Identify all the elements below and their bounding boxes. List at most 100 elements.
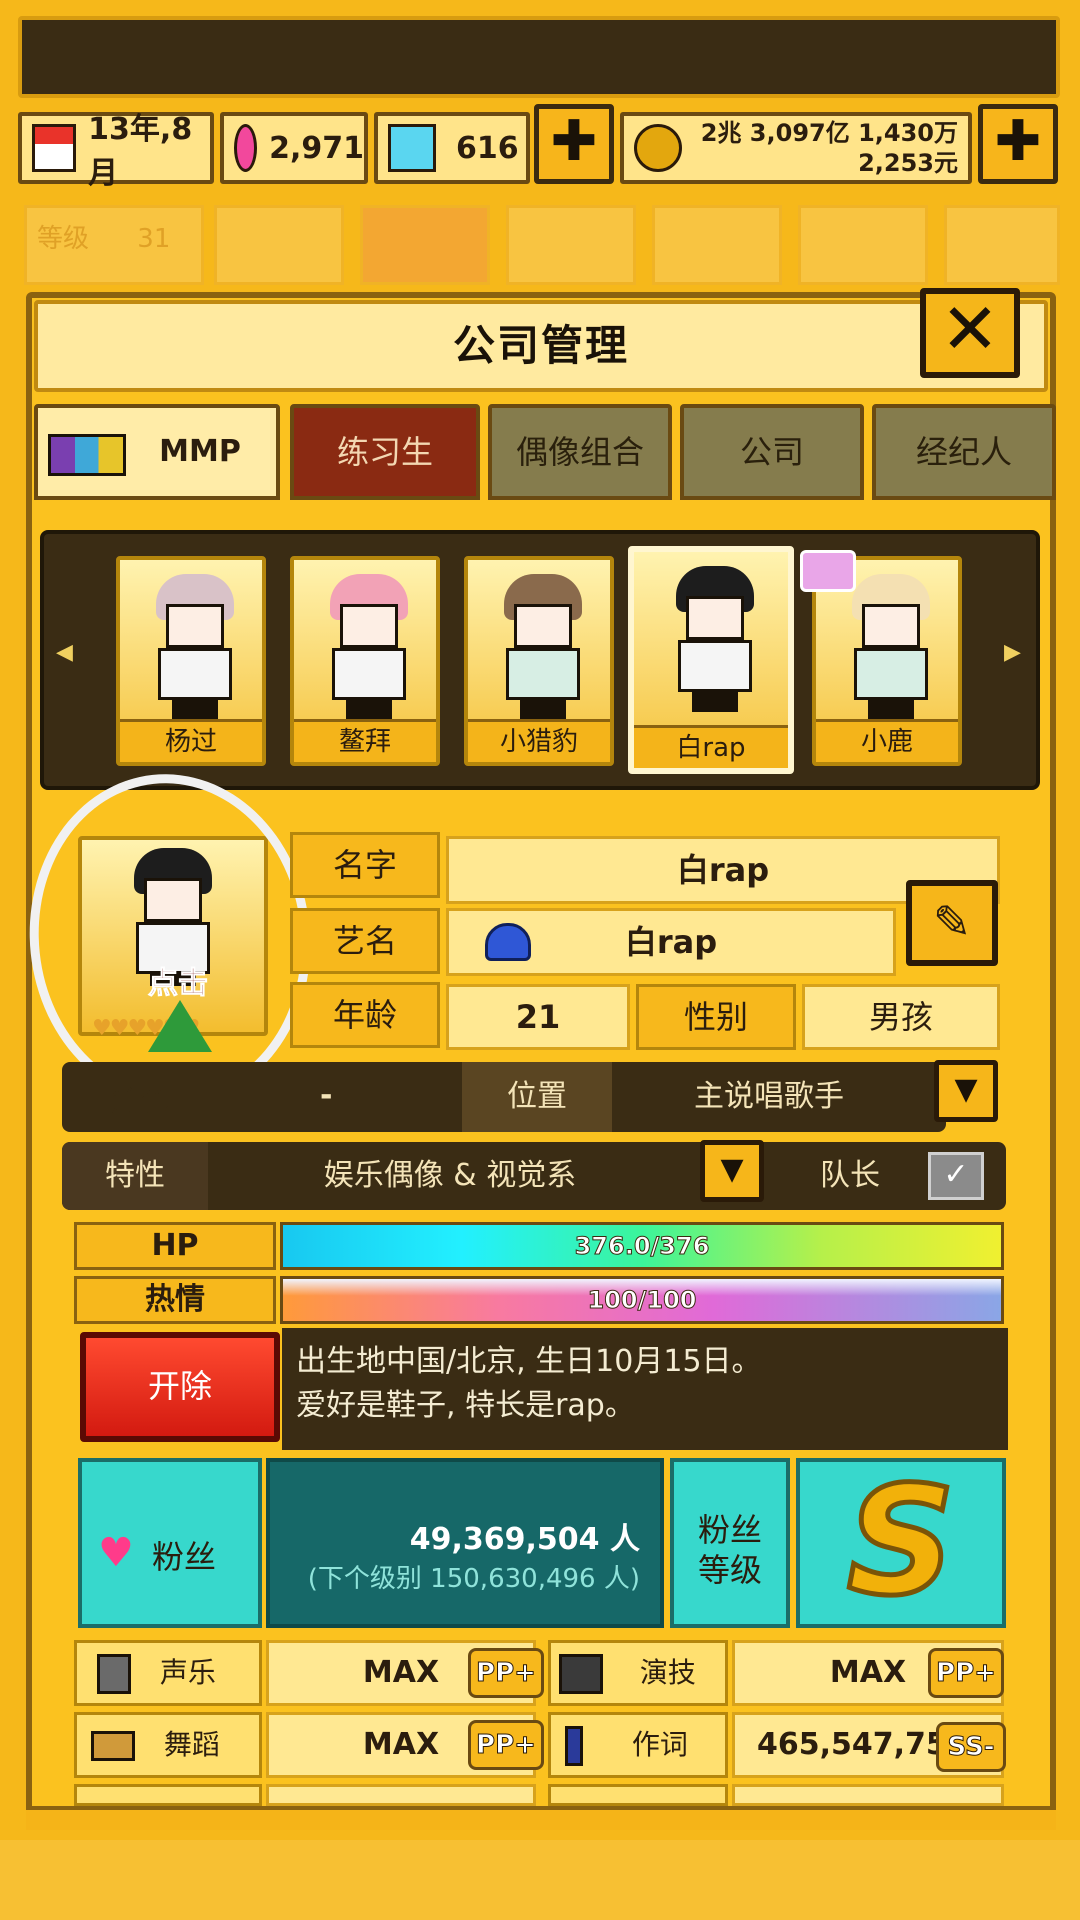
fans-count-box: 49,369,504 人 (下个级别 150,630,496 人) bbox=[266, 1458, 664, 1628]
idol-avatar bbox=[496, 574, 590, 720]
trait-value: 娱乐偶像 & 视觉系 bbox=[323, 1158, 577, 1193]
leader-checkbox[interactable]: ✓ bbox=[928, 1152, 984, 1200]
idol-avatar bbox=[668, 566, 762, 712]
cap-icon bbox=[485, 923, 531, 961]
level-value: 31 bbox=[137, 224, 171, 254]
skill-lyrics-label: 作词 bbox=[548, 1712, 728, 1778]
bio-box: 出生地中国/北京, 生日10月15日。 爱好是鞋子, 特长是rap。 bbox=[282, 1328, 1008, 1450]
gender-field: 男孩 bbox=[802, 984, 1000, 1050]
pink-gem-display: 2,971 bbox=[220, 112, 368, 184]
passion-label: 热情 bbox=[74, 1276, 276, 1324]
heart-icon: ♥ bbox=[98, 1530, 134, 1576]
skill-row-partial bbox=[266, 1784, 536, 1806]
fans-label-box: ♥ 粉丝 bbox=[78, 1458, 262, 1628]
position-value: 主说唱歌手 bbox=[694, 1079, 844, 1114]
money-line-2: 2,253元 bbox=[858, 149, 958, 177]
idol-card[interactable]: 小猎豹 bbox=[464, 556, 614, 766]
skill-lyrics-grade: SS- bbox=[936, 1722, 1006, 1772]
skill-dance-grade: PP+ bbox=[468, 1720, 544, 1770]
pink-gem-icon bbox=[234, 124, 258, 172]
passion-bar: 100/100 bbox=[280, 1276, 1004, 1324]
idol-avatar bbox=[148, 574, 242, 720]
fan-grade-label-1: 粉丝 bbox=[697, 1511, 762, 1549]
skill-acting-grade: PP+ bbox=[928, 1648, 1004, 1698]
hp-bar: 376.0/376 bbox=[280, 1222, 1004, 1270]
tab-company[interactable]: 公司 bbox=[680, 404, 864, 500]
fans-label: 粉丝 bbox=[152, 1538, 217, 1576]
name-label: 名字 bbox=[290, 832, 440, 898]
idol-card[interactable]: 鳌拜 bbox=[290, 556, 440, 766]
bio-line-1: 出生地中国/北京, 生日10月15日。 bbox=[296, 1344, 762, 1379]
fan-grade-label-2: 等级 bbox=[697, 1551, 762, 1589]
prev-arrow[interactable]: ◀ bbox=[56, 640, 73, 665]
calendar-icon bbox=[32, 124, 77, 172]
buy-money-button[interactable]: ✚ bbox=[978, 104, 1058, 184]
age-label: 年龄 bbox=[290, 982, 440, 1048]
fan-grade-label: 粉丝 等级 bbox=[670, 1458, 790, 1628]
diamond-icon bbox=[388, 124, 436, 172]
tab-mmp[interactable]: MMP bbox=[34, 404, 280, 500]
hp-label: HP bbox=[74, 1222, 276, 1270]
blue-gem-value: 616 bbox=[456, 130, 519, 166]
background-menu-item bbox=[506, 205, 636, 285]
tab-trainee[interactable]: 练习生 bbox=[290, 404, 480, 500]
fan-grade-value: S bbox=[796, 1458, 1006, 1628]
fire-button[interactable]: 开除 bbox=[80, 1332, 280, 1442]
position-label: 位置 bbox=[462, 1062, 612, 1132]
skill-label: 演技 bbox=[639, 1656, 696, 1689]
background-menu-item bbox=[214, 205, 344, 285]
position-dropdown-button[interactable]: ▼ bbox=[934, 1060, 998, 1122]
role-label: 角色 bbox=[110, 1084, 170, 1119]
idol-card-selected[interactable]: 白rap bbox=[628, 546, 794, 774]
idol-name: 白rap bbox=[634, 725, 788, 768]
fans-count: 49,369,504 人 bbox=[409, 1522, 640, 1557]
trait-label: 特性 bbox=[62, 1142, 208, 1210]
trait-dropdown-button[interactable]: ▼ bbox=[700, 1140, 764, 1202]
skill-vocal-label: 声乐 bbox=[74, 1640, 262, 1706]
idol-avatar bbox=[322, 574, 416, 720]
hp-value: 376.0/376 bbox=[574, 1232, 710, 1261]
background-menu-item bbox=[944, 205, 1060, 285]
stage-name-field: 白rap bbox=[446, 908, 896, 976]
panel-title: 公司管理 bbox=[452, 321, 629, 370]
bio-line-2: 爱好是鞋子, 特长是rap。 bbox=[296, 1388, 635, 1423]
mic-icon bbox=[97, 1654, 131, 1694]
money-line-1: 2兆 3,097亿 1,430万 bbox=[700, 119, 958, 147]
stage-name-label: 艺名 bbox=[290, 908, 440, 974]
panel-bottom-edge bbox=[26, 1806, 1056, 1830]
skill-label: 作词 bbox=[631, 1728, 688, 1761]
idol-name: 小鹿 bbox=[816, 719, 958, 762]
tab-manager[interactable]: 经纪人 bbox=[872, 404, 1056, 500]
close-button[interactable]: ✕ bbox=[920, 288, 1020, 378]
age-field: 21 bbox=[446, 984, 630, 1050]
idol-card[interactable]: 杨过 bbox=[116, 556, 266, 766]
background-level-box: 等级 31 bbox=[24, 205, 204, 285]
background-bottom bbox=[0, 1840, 1080, 1920]
buy-gems-button[interactable]: ✚ bbox=[534, 104, 614, 184]
edit-name-button[interactable]: ✎ bbox=[906, 880, 998, 966]
camera-icon bbox=[559, 1654, 603, 1694]
idol-card[interactable]: 小鹿 bbox=[800, 550, 962, 766]
skill-dance-label: 舞蹈 bbox=[74, 1712, 262, 1778]
background-menu-item bbox=[360, 205, 490, 285]
skill-row-partial bbox=[74, 1784, 262, 1806]
date-display: 13年,8月 bbox=[18, 112, 214, 191]
tab-mmp-label: MMP bbox=[159, 434, 241, 469]
tab-idol-group[interactable]: 偶像组合 bbox=[488, 404, 672, 500]
group-logo-icon bbox=[48, 434, 126, 476]
coin-icon bbox=[634, 124, 682, 172]
skill-row-partial bbox=[548, 1784, 728, 1806]
skill-acting-label: 演技 bbox=[548, 1640, 728, 1706]
date-value: 13年,8月 bbox=[88, 112, 193, 191]
background-menu-item bbox=[652, 205, 782, 285]
idol-name: 杨过 bbox=[120, 719, 262, 762]
skill-vocal-grade: PP+ bbox=[468, 1648, 544, 1698]
pink-gem-value: 2,971 bbox=[269, 130, 364, 166]
level-label: 等级 bbox=[37, 224, 90, 254]
skill-label: 舞蹈 bbox=[163, 1728, 220, 1761]
crown-icon bbox=[800, 550, 856, 592]
pen-icon bbox=[565, 1726, 583, 1766]
next-arrow[interactable]: ▶ bbox=[1004, 640, 1021, 665]
shoe-icon bbox=[91, 1731, 135, 1761]
idol-name: 小猎豹 bbox=[468, 719, 610, 762]
